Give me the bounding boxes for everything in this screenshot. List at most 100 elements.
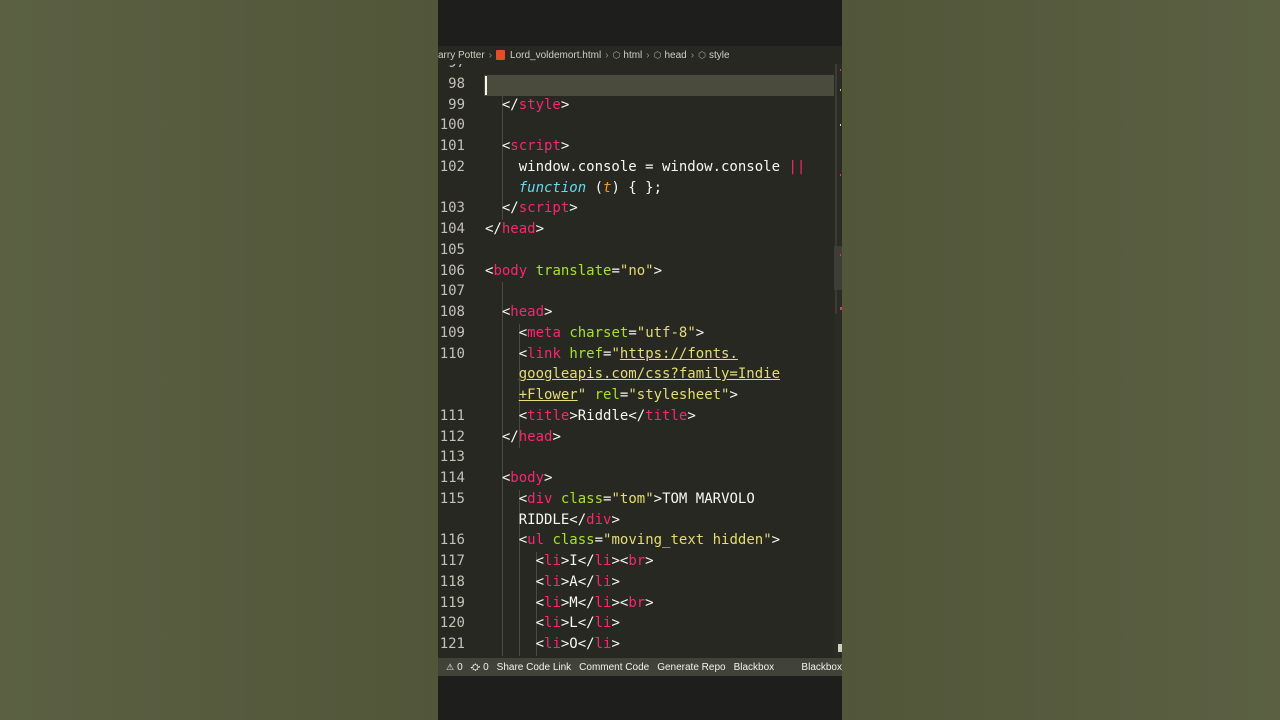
code-line[interactable]: 117 <li>I</li><br> <box>438 552 842 573</box>
code-text: </script> <box>485 200 578 217</box>
generate-repo-button[interactable]: Generate Repo <box>657 662 725 673</box>
bottom-letterbox <box>438 676 842 720</box>
blackbox-button[interactable]: Blackbox <box>734 662 775 673</box>
code-line[interactable]: 103 </script> <box>438 199 842 220</box>
code-text: <meta charset="utf-8"> <box>485 324 705 341</box>
code-text: <li>L</li> <box>485 615 620 632</box>
code-text: <body> <box>485 470 553 486</box>
code-line[interactable]: 101 <script> <box>438 137 842 158</box>
background-right <box>842 0 1280 720</box>
line-number: 111 <box>439 407 465 424</box>
code-text: <script> <box>485 138 570 154</box>
breadcrumb-item-file[interactable]: Lord_voldemort.html <box>496 50 601 61</box>
comment-code-button[interactable]: Comment Code <box>579 662 649 673</box>
code-line[interactable]: 104 </head> <box>438 220 842 241</box>
code-line[interactable]: 112 </head> <box>438 428 842 449</box>
blackbox-status-button[interactable]: Blackbox <box>801 662 842 673</box>
code-line[interactable]: 121 <li>O</li> <box>438 635 842 656</box>
code-text: <body translate="no"> <box>485 262 663 279</box>
code-text: <li>I</li><br> <box>485 553 654 569</box>
code-line[interactable]: 109 <meta charset="utf-8"> <box>438 324 842 345</box>
code-line[interactable]: 113 <box>438 448 842 469</box>
code-text: <li>O</li> <box>485 636 620 652</box>
minimap[interactable] <box>834 64 842 658</box>
code-text: <li>A</li> <box>485 573 620 590</box>
code-line[interactable]: 108 <head> <box>438 303 842 324</box>
line-number: 119 <box>439 594 465 611</box>
error-icon: ⚠ <box>446 661 455 672</box>
line-number: 101 <box>439 138 465 154</box>
code-line[interactable]: 98 <box>438 75 842 96</box>
breadcrumb-file-label: Lord_voldemort.html <box>510 49 602 61</box>
line-number: 106 <box>439 262 465 279</box>
line-number: 98 <box>448 75 465 92</box>
top-letterbox <box>438 0 842 46</box>
line-number: 113 <box>439 449 465 466</box>
code-text: <ul class="moving_text hidden"> <box>485 532 781 549</box>
breadcrumb: arry Potter › Lord_voldemort.html › ⬡ ht… <box>438 46 842 64</box>
code-line[interactable]: 100 <box>438 116 842 137</box>
line-number: 120 <box>439 615 465 632</box>
line-number: 102 <box>439 158 465 175</box>
breadcrumb-item-folder[interactable]: arry Potter <box>438 50 485 61</box>
code-text: <div class="tom">TOM MARVOLO <box>485 490 755 507</box>
line-number: 97 <box>438 64 465 71</box>
minimap-marks <box>834 64 842 652</box>
code-line[interactable]: 97 <box>438 64 842 75</box>
code-text: <li>M</li><br> <box>485 594 654 611</box>
breadcrumb-item-html[interactable]: ⬡ html <box>613 50 643 61</box>
warnings-indicator[interactable]: ⛮ 0 <box>471 662 489 673</box>
breadcrumb-item-style[interactable]: ⬡ style <box>698 50 729 61</box>
symbol-cube-icon: ⬡ <box>698 49 706 60</box>
code-line[interactable]: 99 </style> <box>438 96 842 117</box>
chevron-right-icon: › <box>488 49 493 61</box>
code-text: +Flower" rel="stylesheet"> <box>518 387 738 403</box>
chevron-right-icon: › <box>690 49 695 61</box>
line-number: 115 <box>439 490 465 507</box>
code-line[interactable]: 116 <ul class="moving_text hidden"> <box>438 531 842 552</box>
code-line[interactable]: 120 <li>L</li> <box>438 614 842 635</box>
code-editor[interactable]: 979899 </style>100101 <script>102 window… <box>438 64 842 658</box>
line-number: 103 <box>439 200 465 217</box>
line-number: 121 <box>439 636 465 652</box>
line-number: 110 <box>439 345 465 362</box>
line-number: 109 <box>439 324 465 341</box>
line-number: 114 <box>439 470 465 486</box>
code-line[interactable]: 111 <title>Riddle</title> <box>438 407 842 428</box>
code-line[interactable]: RIDDLE</div> <box>438 511 842 532</box>
code-line[interactable]: 119 <li>M</li><br> <box>438 594 842 615</box>
background-left <box>0 0 438 720</box>
code-line[interactable]: function (t) { }; <box>438 179 842 200</box>
line-number: 99 <box>448 96 465 113</box>
code-line[interactable]: 115 <div class="tom">TOM MARVOLO <box>438 490 842 511</box>
line-number: 100 <box>439 117 465 134</box>
code-line[interactable]: 102 window.console = window.console || <box>438 158 842 179</box>
code-line[interactable]: 107 <box>438 282 842 303</box>
code-line[interactable]: 110 <link href="https://fonts. <box>438 345 842 366</box>
code-line[interactable]: 105 <box>438 241 842 262</box>
broadcast-icon: ⛮ <box>470 661 481 672</box>
line-number: 116 <box>439 532 465 549</box>
code-text: RIDDLE</div> <box>485 511 620 528</box>
errors-indicator[interactable]: ⚠ 0 <box>446 662 463 673</box>
breadcrumb-item-head[interactable]: ⬡ head <box>654 50 687 61</box>
status-bar: ⚠ 0 ⛮ 0 Share Code Link Comment Code Gen… <box>438 658 842 676</box>
code-line[interactable]: 118 <li>A</li> <box>438 573 842 594</box>
line-number: 107 <box>439 283 465 300</box>
code-line[interactable]: 114 <body> <box>438 469 842 490</box>
line-number: 112 <box>439 428 465 445</box>
code-text: googleapis.com/css?family=Indie <box>518 366 781 383</box>
errors-count: 0 <box>457 661 463 673</box>
code-text: </head> <box>485 428 561 445</box>
code-text: </head> <box>485 221 545 237</box>
code-line[interactable]: +Flower" rel="stylesheet"> <box>438 386 842 407</box>
code-text: <title>Riddle</title> <box>485 407 696 424</box>
code-line[interactable]: googleapis.com/css?family=Indie <box>438 365 842 386</box>
line-number: 108 <box>439 304 465 320</box>
symbol-cube-icon: ⬡ <box>653 49 662 60</box>
breadcrumb-head-label: head <box>664 49 687 61</box>
share-code-link-button[interactable]: Share Code Link <box>497 662 572 673</box>
line-number: 105 <box>439 241 465 258</box>
code-line[interactable]: 106 <body translate="no"> <box>438 262 842 283</box>
code-text: function (t) { }; <box>518 179 663 196</box>
